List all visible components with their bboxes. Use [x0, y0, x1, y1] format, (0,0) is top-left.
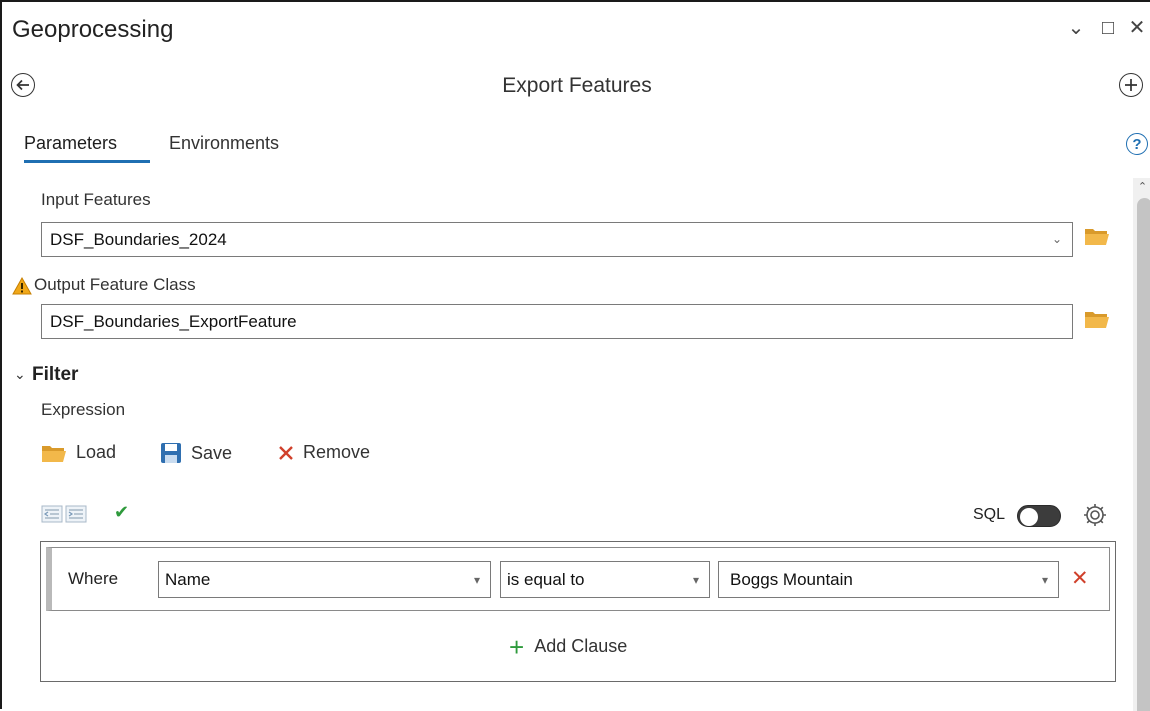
save-label: Save: [191, 442, 233, 463]
close-icon[interactable]: ✕: [1125, 16, 1149, 40]
field-dropdown[interactable]: Name ▾: [158, 561, 491, 598]
expression-label: Expression: [41, 400, 126, 419]
tab-environments[interactable]: Environments: [169, 133, 279, 154]
remove-clause-x-icon[interactable]: ✕: [1071, 566, 1089, 591]
field-value: Name: [165, 569, 211, 589]
add-tool-button[interactable]: [1119, 73, 1143, 97]
operator-value: is equal to: [507, 569, 585, 589]
remove-expression-button[interactable]: Remove: [278, 442, 370, 463]
pane-options-chevron-icon[interactable]: ⌄: [1064, 16, 1088, 40]
save-expression-button[interactable]: Save: [160, 442, 232, 464]
toggle-knob: [1020, 508, 1038, 526]
maximize-icon[interactable]: □: [1096, 16, 1120, 40]
clause-value: Boggs Mountain: [730, 569, 853, 589]
input-features-label: Input Features: [41, 190, 151, 209]
add-clause-button[interactable]: + Add Clause: [509, 631, 628, 662]
gear-icon[interactable]: [1082, 502, 1108, 528]
filter-collapse-chevron-icon[interactable]: ⌄: [14, 366, 26, 383]
outdent-clause-icon[interactable]: [41, 505, 63, 523]
value-dropdown[interactable]: Boggs Mountain ▾: [718, 561, 1059, 598]
output-feature-class-value: DSF_Boundaries_ExportFeature: [50, 311, 297, 331]
load-label: Load: [76, 442, 117, 462]
add-clause-label: Add Clause: [534, 636, 628, 656]
warning-icon: [12, 277, 32, 295]
sql-toggle[interactable]: [1017, 505, 1061, 527]
pane-title: Geoprocessing: [12, 16, 174, 43]
output-feature-class-label: Output Feature Class: [34, 275, 196, 294]
operator-dropdown[interactable]: is equal to ▾: [500, 561, 710, 598]
output-feature-class-input[interactable]: DSF_Boundaries_ExportFeature: [41, 304, 1073, 339]
input-features-dropdown[interactable]: DSF_Boundaries_2024 ⌄: [41, 222, 1073, 257]
folder-open-icon[interactable]: [1084, 225, 1110, 247]
remove-x-icon: [279, 445, 293, 460]
filter-section-title[interactable]: Filter: [32, 364, 78, 386]
input-features-value: DSF_Boundaries_2024: [50, 229, 227, 249]
folder-open-icon[interactable]: [1084, 308, 1110, 330]
load-expression-button[interactable]: Load: [41, 442, 116, 463]
where-label: Where: [68, 569, 119, 588]
sql-toggle-label: SQL: [973, 506, 1006, 523]
verify-expression-check-icon[interactable]: ✔: [114, 502, 129, 523]
dropdown-arrow-icon: ▾: [692, 573, 699, 587]
geoprocessing-pane: Geoprocessing ⌄ □ ✕ Export Features Para…: [0, 0, 1150, 711]
tab-parameters[interactable]: Parameters: [24, 133, 117, 154]
scroll-up-arrow-icon[interactable]: ⌃: [1133, 180, 1150, 196]
scrollbar-thumb[interactable]: [1137, 198, 1150, 711]
remove-label: Remove: [303, 442, 371, 462]
chevron-down-icon: ⌄: [1051, 232, 1062, 246]
active-tab-indicator: [24, 160, 150, 163]
indent-clause-icon[interactable]: [65, 505, 87, 523]
dropdown-arrow-icon: ▾: [473, 573, 480, 587]
folder-open-icon: [42, 445, 66, 462]
tool-title: Export Features: [502, 74, 652, 97]
plus-icon: [1125, 79, 1137, 91]
dropdown-arrow-icon: ▾: [1041, 573, 1048, 587]
save-disk-icon: [161, 443, 181, 463]
plus-icon: +: [509, 631, 525, 662]
help-icon[interactable]: ?: [1126, 133, 1148, 155]
